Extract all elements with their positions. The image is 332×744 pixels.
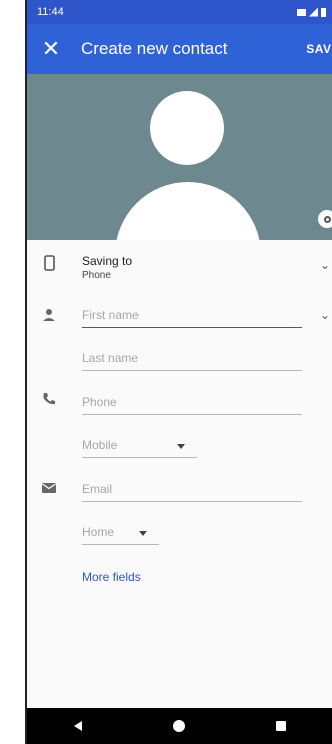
dropdown-arrow-icon (139, 531, 147, 536)
avatar-body (115, 182, 261, 240)
chevron-down-icon[interactable]: ⌄ (320, 258, 330, 272)
status-time: 11:44 (37, 6, 64, 18)
battery-icon (321, 7, 326, 17)
email-type-value: Home (82, 525, 115, 539)
saving-to-label: Saving to (82, 254, 133, 268)
recents-square-icon (276, 721, 287, 731)
name-expand-chevron-icon[interactable]: ⌄ (320, 308, 330, 322)
screen: 11:44 ✕ Create new contact SAVE Saving t… (27, 0, 332, 744)
saving-to-value: Phone (82, 270, 111, 281)
phone-field[interactable]: Phone (82, 395, 302, 415)
email-icon (42, 483, 56, 493)
last-name-field[interactable]: Last name (82, 351, 302, 371)
back-button[interactable] (58, 708, 98, 744)
person-icon (43, 309, 55, 321)
back-triangle-icon (73, 721, 82, 731)
email-field[interactable]: Email (82, 482, 302, 502)
home-button[interactable] (159, 708, 199, 744)
phone-type-value: Mobile (82, 438, 118, 452)
recents-button[interactable] (261, 708, 301, 744)
app-bar: ✕ Create new contact SAVE (27, 24, 332, 74)
status-bar: 11:44 (27, 0, 332, 24)
avatar-head (150, 91, 224, 165)
camera-button[interactable] (318, 210, 332, 228)
phone-device-icon (44, 255, 55, 271)
saving-to-row[interactable]: Saving to Phone ⌄ (27, 240, 332, 290)
status-icons (297, 7, 326, 17)
save-button[interactable]: SAVE (306, 24, 332, 74)
phone-icon (43, 393, 55, 405)
page-title: Create new contact (81, 39, 228, 58)
close-button[interactable]: ✕ (27, 24, 75, 74)
close-icon: ✕ (41, 36, 61, 61)
more-fields-button[interactable]: More fields (82, 570, 141, 584)
signal-icon (309, 7, 318, 17)
first-name-field[interactable]: First name (82, 308, 302, 328)
email-type-dropdown[interactable]: Home (82, 525, 159, 545)
contact-photo-area[interactable] (27, 74, 332, 240)
dropdown-arrow-icon (177, 444, 185, 449)
navigation-bar (27, 708, 332, 744)
notification-icon (297, 8, 306, 16)
phone-type-dropdown[interactable]: Mobile (82, 438, 197, 458)
home-circle-icon (173, 720, 186, 732)
camera-icon (323, 215, 331, 223)
